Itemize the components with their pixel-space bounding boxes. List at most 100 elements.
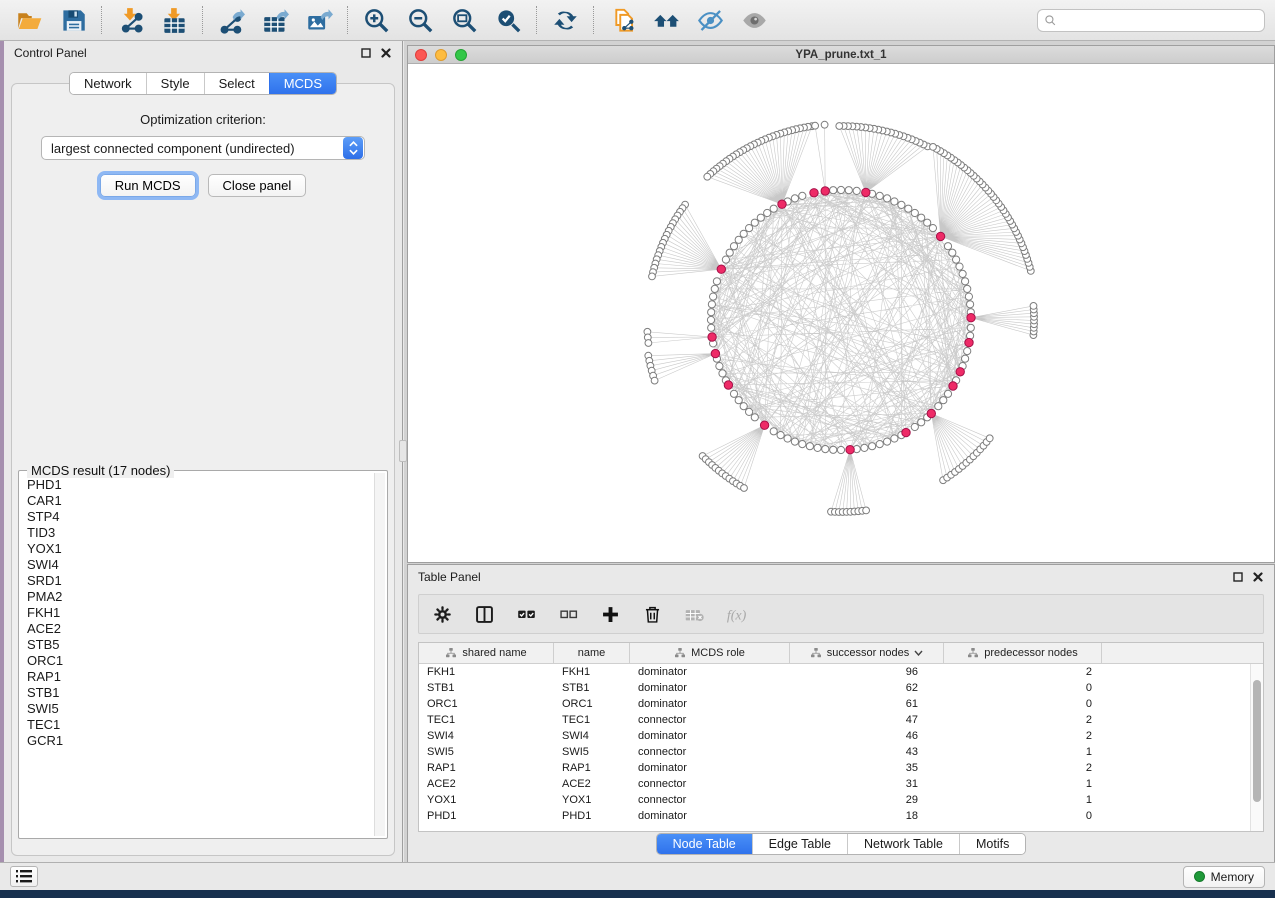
memory-button[interactable]: Memory <box>1183 866 1265 888</box>
import-network-button[interactable] <box>111 4 149 36</box>
mcds-hub-node[interactable] <box>708 333 716 341</box>
mcds-hub-node[interactable] <box>862 188 870 196</box>
tab-network[interactable]: Network <box>70 73 146 94</box>
mcds-hub-node[interactable] <box>965 338 973 346</box>
table-row[interactable]: FKH1FKH1dominator962 <box>419 664 1250 680</box>
maximize-window-icon[interactable] <box>455 49 467 61</box>
mcds-hub-node[interactable] <box>810 189 818 197</box>
table-row[interactable]: SWI5SWI5connector431 <box>419 744 1250 760</box>
column-header-predecessor-nodes[interactable]: predecessor nodes <box>944 643 1102 663</box>
network-window-titlebar[interactable]: YPA_prune.txt_1 <box>408 46 1274 64</box>
mcds-result-item[interactable]: SWI4 <box>27 557 373 573</box>
show-all-button[interactable] <box>735 4 773 36</box>
minimize-window-icon[interactable] <box>435 49 447 61</box>
mcds-result-list[interactable]: PHD1CAR1STP4TID3YOX1SWI4SRD1PMA2FKH1ACE2… <box>21 477 373 836</box>
table-row[interactable]: PHD1PHD1dominator180 <box>419 808 1250 824</box>
mcds-result-item[interactable]: ACE2 <box>27 621 373 637</box>
mcds-result-item[interactable]: TID3 <box>27 525 373 541</box>
trash-button[interactable] <box>639 601 665 627</box>
close-panel-button[interactable]: Close panel <box>208 174 307 197</box>
mcds-hub-node[interactable] <box>760 421 768 429</box>
mcds-hub-node[interactable] <box>902 428 910 436</box>
zoom-selected-button[interactable] <box>489 4 527 36</box>
mcds-hub-node[interactable] <box>711 349 719 357</box>
close-window-icon[interactable] <box>415 49 427 61</box>
mcds-hub-node[interactable] <box>936 232 944 240</box>
table-scrollbar[interactable] <box>1250 664 1263 831</box>
mcds-result-item[interactable]: PMA2 <box>27 589 373 605</box>
table-tab-network-table[interactable]: Network Table <box>847 834 959 854</box>
column-header-shared-name[interactable]: shared name <box>419 643 554 663</box>
import-table-button[interactable] <box>155 4 193 36</box>
table-row[interactable]: ORC1ORC1dominator610 <box>419 696 1250 712</box>
table-row[interactable]: TEC1TEC1connector472 <box>419 712 1250 728</box>
table-scrollbar-thumb[interactable] <box>1253 680 1261 802</box>
mcds-hub-node[interactable] <box>846 446 854 454</box>
save-session-button[interactable] <box>54 4 92 36</box>
run-mcds-button[interactable]: Run MCDS <box>100 174 196 197</box>
fx-button[interactable]: f(x) <box>723 601 749 627</box>
tab-mcds[interactable]: MCDS <box>269 73 336 94</box>
uncheck-pair-button[interactable] <box>555 601 581 627</box>
columns-button[interactable] <box>471 601 497 627</box>
mcds-hub-node[interactable] <box>956 368 964 376</box>
mcds-result-item[interactable]: STB5 <box>27 637 373 653</box>
table-row[interactable]: SWI4SWI4dominator462 <box>419 728 1250 744</box>
float-table-panel-icon[interactable] <box>1232 571 1244 583</box>
table-tab-motifs[interactable]: Motifs <box>959 834 1025 854</box>
network-canvas[interactable] <box>408 65 1274 562</box>
mcds-result-item[interactable]: SRD1 <box>27 573 373 589</box>
tab-select[interactable]: Select <box>204 73 269 94</box>
export-network-button[interactable] <box>212 4 250 36</box>
check-pair-button[interactable] <box>513 601 539 627</box>
panel-splitter-handle[interactable] <box>399 440 407 462</box>
mcds-result-item[interactable]: SWI5 <box>27 701 373 717</box>
mcds-hub-node[interactable] <box>717 265 725 273</box>
tab-style[interactable]: Style <box>146 73 204 94</box>
export-image-button[interactable] <box>300 4 338 36</box>
table-tab-edge-table[interactable]: Edge Table <box>752 834 847 854</box>
close-table-panel-icon[interactable] <box>1252 571 1264 583</box>
column-header-successor-nodes[interactable]: successor nodes <box>790 643 944 663</box>
grid-delete-button[interactable] <box>681 601 707 627</box>
first-neighbors-button[interactable] <box>647 4 685 36</box>
search-input[interactable] <box>1062 13 1258 27</box>
close-panel-icon[interactable] <box>380 47 392 59</box>
table-row[interactable]: YOX1YOX1connector291 <box>419 792 1250 808</box>
clone-network-button[interactable] <box>603 4 641 36</box>
plus-button[interactable] <box>597 601 623 627</box>
task-history-button[interactable] <box>10 866 38 887</box>
mcds-result-item[interactable]: FKH1 <box>27 605 373 621</box>
gear-button[interactable] <box>429 601 455 627</box>
mcds-result-item[interactable]: CAR1 <box>27 493 373 509</box>
mcds-result-item[interactable]: TEC1 <box>27 717 373 733</box>
float-panel-icon[interactable] <box>360 47 372 59</box>
zoom-in-button[interactable] <box>357 4 395 36</box>
open-session-button[interactable] <box>10 4 48 36</box>
mcds-hub-node[interactable] <box>724 381 732 389</box>
mcds-result-item[interactable]: ORC1 <box>27 653 373 669</box>
refresh-button[interactable] <box>546 4 584 36</box>
column-header-MCDS-role[interactable]: MCDS role <box>630 643 790 663</box>
mcds-hub-node[interactable] <box>927 409 935 417</box>
hide-selected-button[interactable] <box>691 4 729 36</box>
mcds-result-item[interactable]: STB1 <box>27 685 373 701</box>
mcds-hub-node[interactable] <box>821 187 829 195</box>
zoom-out-button[interactable] <box>401 4 439 36</box>
export-table-button[interactable] <box>256 4 294 36</box>
table-tab-node-table[interactable]: Node Table <box>657 834 752 854</box>
mcds-result-item[interactable]: PHD1 <box>27 477 373 493</box>
mcds-result-item[interactable]: GCR1 <box>27 733 373 749</box>
mcds-hub-node[interactable] <box>949 382 957 390</box>
mcds-result-item[interactable]: STP4 <box>27 509 373 525</box>
table-row[interactable]: STB1STB1dominator620 <box>419 680 1250 696</box>
mcds-hub-node[interactable] <box>778 200 786 208</box>
column-header-name[interactable]: name <box>554 643 630 663</box>
table-row[interactable]: ACE2ACE2connector311 <box>419 776 1250 792</box>
mcds-result-item[interactable]: RAP1 <box>27 669 373 685</box>
zoom-fit-button[interactable] <box>445 4 483 36</box>
mcds-result-item[interactable]: YOX1 <box>27 541 373 557</box>
search-field[interactable] <box>1037 9 1265 32</box>
mcds-result-scrollbar[interactable] <box>374 473 385 836</box>
table-row[interactable]: RAP1RAP1dominator352 <box>419 760 1250 776</box>
